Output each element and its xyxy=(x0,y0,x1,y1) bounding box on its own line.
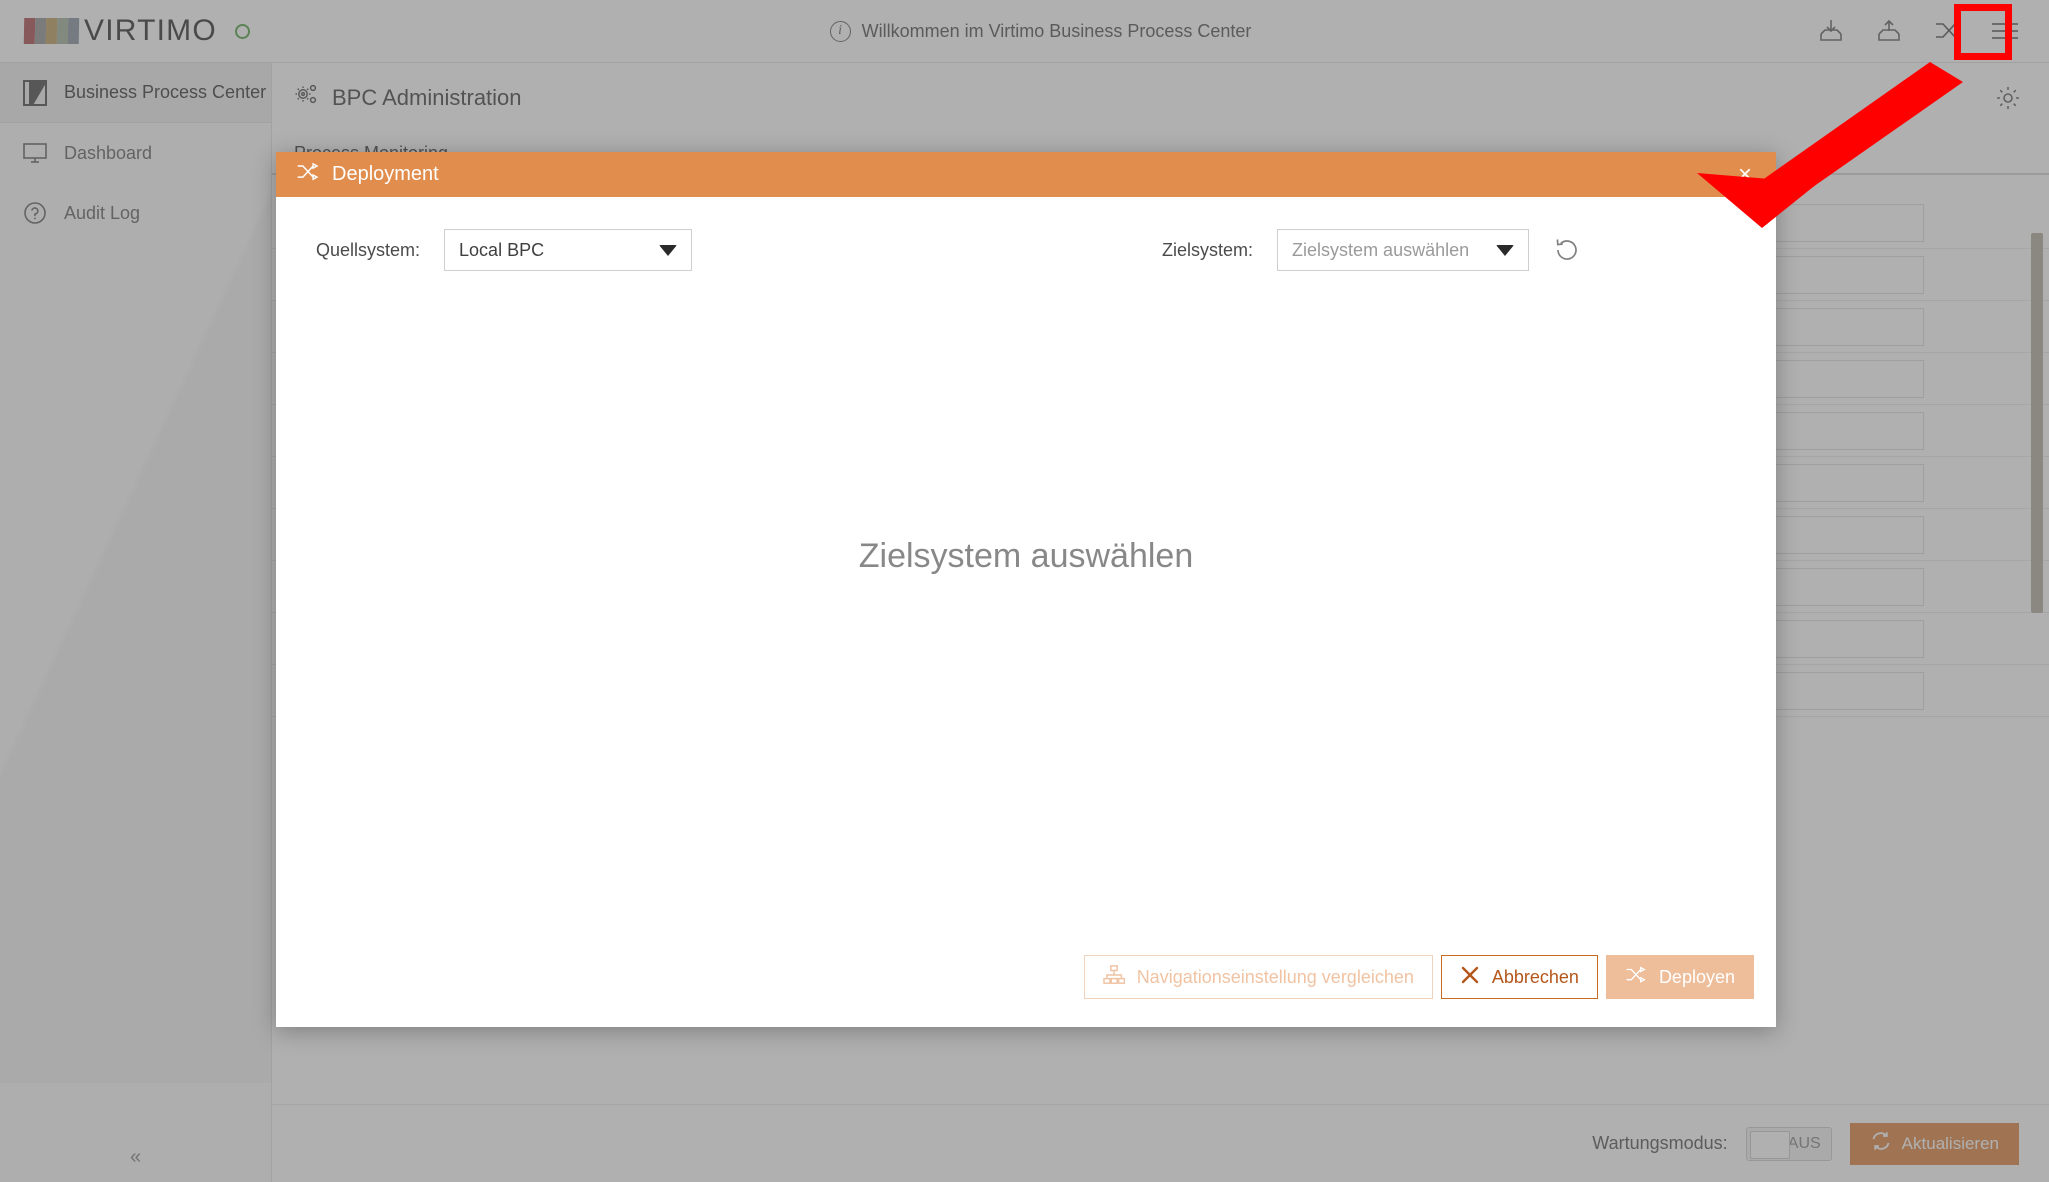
reset-icon[interactable] xyxy=(1547,230,1587,270)
target-system-value: Zielsystem auswählen xyxy=(1292,239,1470,260)
close-glyph: × xyxy=(1737,160,1752,188)
dialog-footer: Navigationseinstellung vergleichen Abbre… xyxy=(276,955,1776,1027)
compare-button-label: Navigationseinstellung vergleichen xyxy=(1136,966,1414,987)
hierarchy-icon xyxy=(1102,964,1125,990)
close-icon[interactable]: × xyxy=(1728,158,1762,192)
empty-state-message: Zielsystem auswählen xyxy=(858,537,1194,575)
source-system-label: Quellsystem: xyxy=(316,239,421,260)
close-x-icon xyxy=(1460,965,1480,990)
cancel-button-label: Abbrechen xyxy=(1491,966,1579,987)
deployment-dialog: Deployment × Quellsystem: Local BPC Ziel… xyxy=(276,152,1776,1027)
deploy-button-label: Deployen xyxy=(1658,966,1735,987)
cancel-button[interactable]: Abbrechen xyxy=(1440,955,1598,999)
shuffle-icon xyxy=(296,161,320,189)
deploy-button[interactable]: Deployen xyxy=(1605,955,1754,999)
target-system-label: Zielsystem: xyxy=(1162,239,1254,260)
dialog-toolbar: Quellsystem: Local BPC Zielsystem: Ziels… xyxy=(276,197,1776,271)
dialog-header: Deployment × xyxy=(276,152,1776,197)
target-system-select[interactable]: Zielsystem auswählen xyxy=(1277,229,1530,271)
target-system-field: Zielsystem: Zielsystem auswählen xyxy=(1162,229,1530,271)
chevron-down-icon xyxy=(1496,244,1515,256)
chevron-down-icon xyxy=(659,244,678,256)
dialog-body: Quellsystem: Local BPC Zielsystem: Ziels… xyxy=(276,197,1776,1027)
shuffle-icon xyxy=(1625,965,1647,990)
source-system-field: Quellsystem: Local BPC xyxy=(316,229,693,271)
compare-navigation-settings-button[interactable]: Navigationseinstellung vergleichen xyxy=(1083,955,1433,999)
annotation-highlight-box xyxy=(1954,4,2012,60)
dialog-title: Deployment xyxy=(332,163,439,185)
source-system-select[interactable]: Local BPC xyxy=(444,229,693,271)
source-system-value: Local BPC xyxy=(459,239,545,260)
